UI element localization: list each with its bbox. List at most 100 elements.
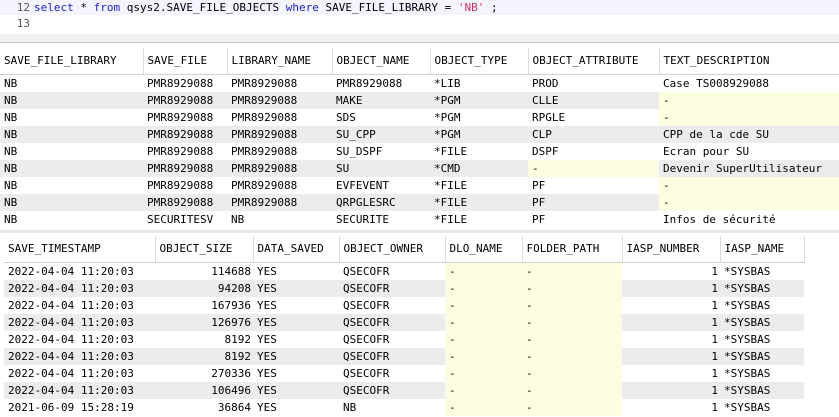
- table-row[interactable]: 2022-04-04 11:20:03 8192 YES QSECOFR - -1 *SYS…: [4, 331, 804, 348]
- table-row[interactable]: 2022-04-04 11:20:03 94208 YES QSECOFR - -1 *SY…: [4, 280, 804, 297]
- table-cell[interactable]: *SYSBAS: [720, 365, 804, 382]
- table-cell[interactable]: 8192: [155, 331, 253, 348]
- table-cell[interactable]: 2022-04-04 11:20:03: [4, 262, 155, 280]
- table-cell[interactable]: -: [445, 280, 522, 297]
- table-cell[interactable]: -: [522, 348, 622, 365]
- table-cell[interactable]: *SYSBAS: [720, 262, 804, 280]
- table-cell[interactable]: PF: [528, 177, 659, 194]
- table-cell[interactable]: PMR8929088: [143, 194, 227, 211]
- table-cell[interactable]: PROD: [528, 74, 659, 92]
- table-cell[interactable]: SECURITE: [332, 211, 430, 228]
- column-header-object-type[interactable]: OBJECT_TYPE: [430, 48, 529, 75]
- table-cell[interactable]: 2022-04-04 11:20:03: [4, 365, 155, 382]
- splitter[interactable]: [0, 34, 839, 43]
- table-cell[interactable]: -: [522, 399, 622, 416]
- column-header-save-file-library[interactable]: SAVE_FILE_LIBRARY: [0, 48, 144, 75]
- table-cell[interactable]: QSECOFR: [339, 348, 445, 365]
- column-header-save-timestamp[interactable]: SAVE_TIMESTAMP: [4, 236, 156, 263]
- column-header-dlo-name[interactable]: DLO_NAME: [445, 236, 523, 263]
- table-cell[interactable]: -: [522, 280, 622, 297]
- table-row[interactable]: NB SECURITESV NB SECURITE *FILE PF Infos de sé…: [0, 211, 839, 228]
- table-cell[interactable]: 36864: [155, 399, 253, 416]
- table-cell[interactable]: PF: [528, 194, 659, 211]
- table-cell[interactable]: PMR8929088: [143, 177, 227, 194]
- table-cell[interactable]: SU_DSPF: [332, 143, 430, 160]
- table-row[interactable]: 2021-06-09 15:28:19 36864 YES NB - -1 *SYSBAS: [4, 399, 804, 416]
- table-row[interactable]: 2022-04-04 11:20:03 114688 YES QSECOFR - -1 *S…: [4, 262, 804, 280]
- table-cell[interactable]: *SYSBAS: [720, 382, 804, 399]
- table-cell[interactable]: -: [445, 348, 522, 365]
- table-cell[interactable]: Case TS008929088: [659, 74, 839, 92]
- code-line[interactable]: select * from qsys2.SAVE_FILE_OBJECTS wh…: [34, 1, 498, 14]
- table-cell[interactable]: MAKE: [332, 92, 430, 109]
- table-cell[interactable]: -: [528, 160, 659, 177]
- table-cell[interactable]: 2022-04-04 11:20:03: [4, 297, 155, 314]
- table-row[interactable]: NB PMR8929088 PMR8929088 EVFEVENT *FILE PF -: [0, 177, 839, 194]
- column-header-iasp-name[interactable]: IASP_NAME: [720, 236, 805, 263]
- table-cell[interactable]: 8192: [155, 348, 253, 365]
- table-cell[interactable]: Ecran pour SU: [659, 143, 839, 160]
- table-cell[interactable]: *SYSBAS: [720, 280, 804, 297]
- table-row[interactable]: 2022-04-04 11:20:03 106496 YES QSECOFR - -1 *S…: [4, 382, 804, 399]
- table-cell[interactable]: PMR8929088: [227, 194, 332, 211]
- column-header-object-size[interactable]: OBJECT_SIZE: [155, 236, 254, 263]
- table-cell[interactable]: 1: [622, 297, 720, 314]
- table-cell[interactable]: 1: [622, 331, 720, 348]
- table-cell[interactable]: NB: [0, 74, 143, 92]
- table-cell[interactable]: -: [659, 194, 839, 211]
- table-cell[interactable]: QRPGLESRC: [332, 194, 430, 211]
- table-cell[interactable]: PMR8929088: [227, 126, 332, 143]
- table-cell[interactable]: PMR8929088: [227, 177, 332, 194]
- table-cell[interactable]: *SYSBAS: [720, 331, 804, 348]
- table-cell[interactable]: 1: [622, 262, 720, 280]
- table-cell[interactable]: YES: [253, 365, 339, 382]
- table-row[interactable]: 2022-04-04 11:20:03 126976 YES QSECOFR - -1 *S…: [4, 314, 804, 331]
- table-cell[interactable]: *PGM: [430, 92, 528, 109]
- table-cell[interactable]: SU_CPP: [332, 126, 430, 143]
- table-cell[interactable]: -: [522, 262, 622, 280]
- table-cell[interactable]: 2022-04-04 11:20:03: [4, 314, 155, 331]
- table-row[interactable]: NB PMR8929088 PMR8929088 PMR8929088 *LIB PROD…: [0, 74, 839, 92]
- table-cell[interactable]: 94208: [155, 280, 253, 297]
- table-cell[interactable]: PMR8929088: [332, 74, 430, 92]
- table-row[interactable]: NB PMR8929088 PMR8929088 SU *CMD - Devenir Sup…: [0, 160, 839, 177]
- table-cell[interactable]: NB: [0, 160, 143, 177]
- table-cell[interactable]: PMR8929088: [143, 92, 227, 109]
- table-cell[interactable]: -: [445, 399, 522, 416]
- table-cell[interactable]: -: [659, 177, 839, 194]
- table-cell[interactable]: QSECOFR: [339, 331, 445, 348]
- table-cell[interactable]: 2022-04-04 11:20:03: [4, 331, 155, 348]
- table-cell[interactable]: PF: [528, 211, 659, 228]
- table-cell[interactable]: SU: [332, 160, 430, 177]
- table-cell[interactable]: CPP de la cde SU: [659, 126, 839, 143]
- table-cell[interactable]: -: [445, 382, 522, 399]
- table-row[interactable]: NB PMR8929088 PMR8929088 SU_CPP *PGM CLP CPP d…: [0, 126, 839, 143]
- table-cell[interactable]: 2022-04-04 11:20:03: [4, 348, 155, 365]
- table-cell[interactable]: YES: [253, 297, 339, 314]
- table-cell[interactable]: SDS: [332, 109, 430, 126]
- table-cell[interactable]: QSECOFR: [339, 314, 445, 331]
- table-cell[interactable]: 126976: [155, 314, 253, 331]
- table-cell[interactable]: 1: [622, 348, 720, 365]
- table-cell[interactable]: 2021-06-09 15:28:19: [4, 399, 155, 416]
- table-cell[interactable]: Infos de sécurité: [659, 211, 839, 228]
- table-cell[interactable]: *PGM: [430, 109, 528, 126]
- table-cell[interactable]: PMR8929088: [143, 143, 227, 160]
- column-header-folder-path[interactable]: FOLDER_PATH: [522, 236, 623, 263]
- table-cell[interactable]: NB: [0, 109, 143, 126]
- table-cell[interactable]: Devenir SuperUtilisateur: [659, 160, 839, 177]
- table-cell[interactable]: -: [659, 92, 839, 109]
- table-cell[interactable]: *SYSBAS: [720, 297, 804, 314]
- table-cell[interactable]: YES: [253, 399, 339, 416]
- table-cell[interactable]: QSECOFR: [339, 280, 445, 297]
- table-cell[interactable]: -: [445, 262, 522, 280]
- table-cell[interactable]: NB: [227, 211, 332, 228]
- table-cell[interactable]: -: [445, 314, 522, 331]
- table-cell[interactable]: 1: [622, 382, 720, 399]
- table-cell[interactable]: CLP: [528, 126, 659, 143]
- table-cell[interactable]: PMR8929088: [227, 74, 332, 92]
- table-cell[interactable]: NB: [339, 399, 445, 416]
- table-cell[interactable]: NB: [0, 92, 143, 109]
- table-cell[interactable]: YES: [253, 280, 339, 297]
- table-cell[interactable]: YES: [253, 331, 339, 348]
